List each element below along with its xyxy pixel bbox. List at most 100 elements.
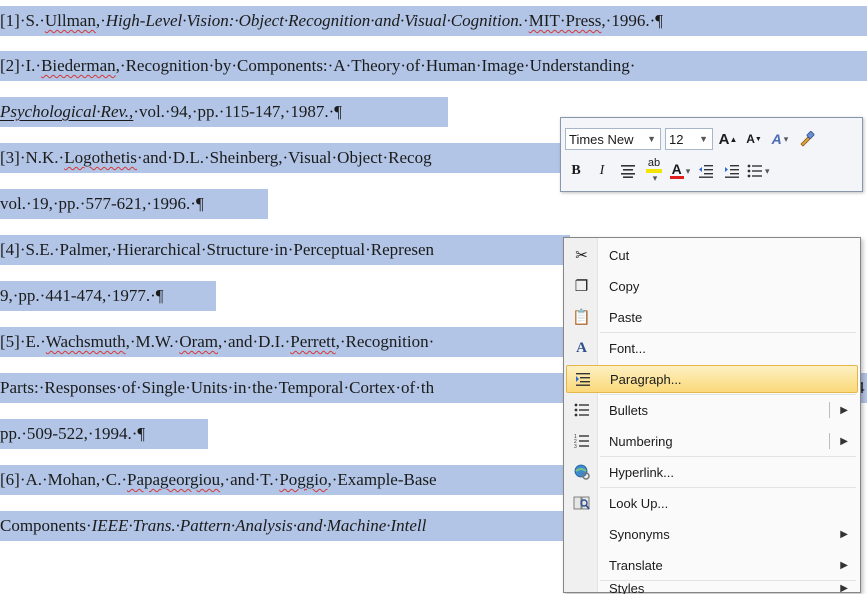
reference-line[interactable]: Components·IEEE·Trans.·Pattern·Analysis·… <box>0 507 560 545</box>
text-run: 9,·pp.·441-474,·1977.·¶ <box>0 286 164 305</box>
format-painter-icon <box>800 131 815 147</box>
menu-separator <box>600 580 856 581</box>
copy-icon: ❐ <box>574 278 589 295</box>
menu-item-hyperlink[interactable]: Hyperlink... <box>566 458 858 486</box>
styles-icon: A <box>771 131 782 147</box>
menu-item-label: Styles <box>609 582 645 594</box>
caret-down-icon: ▼ <box>754 135 762 143</box>
submenu-arrow-icon: ▶ <box>840 404 848 416</box>
menu-item-label: Paste <box>609 309 643 325</box>
font-color-glyph: A <box>671 161 682 177</box>
center-align-icon <box>621 165 635 178</box>
menu-item-label: Translate <box>609 557 663 573</box>
reference-line[interactable]: [5]·E.·Wachsmuth,·M.W.·Oram,·and·D.I.·Pe… <box>0 323 560 361</box>
submenu-arrow-icon: ▶ <box>840 582 848 594</box>
hyperlink-icon <box>566 458 597 486</box>
reference-line[interactable]: [2]·I.·Biederman,·Recognition·by·Compone… <box>0 47 867 85</box>
text-run: ·vol.·94,·pp.·115-147,·1987.·¶ <box>133 102 342 121</box>
increase-indent-button[interactable] <box>721 160 743 182</box>
highlight-color-button[interactable]: ab <box>643 157 665 182</box>
svg-text:3: 3 <box>574 444 577 448</box>
font-size-value: 12 <box>669 131 684 147</box>
text-run: Components· <box>0 516 92 535</box>
reference-line[interactable]: [3]·N.K.·Logothetis·and·D.L.·Sheinberg,·… <box>0 139 560 177</box>
author-name: Papageorgiou <box>127 470 221 489</box>
text-run: [3]·N.K.· <box>0 148 65 167</box>
text-run: vol.·19,·pp.·577-621,·1996.·¶ <box>0 194 204 213</box>
reference-line[interactable]: [1]·S.·Ullman,·High-Level·Vision:·Object… <box>0 2 867 40</box>
reference-line[interactable]: Psychological·Rev.,·vol.·94,·pp.·115-147… <box>0 93 560 131</box>
menu-item-label: Bullets <box>609 402 649 418</box>
blank-icon <box>566 582 597 594</box>
menu-item-label: Synonyms <box>609 526 670 542</box>
menu-item-look-up[interactable]: Look Up... <box>566 489 858 517</box>
journal-name: Psychological·Rev., <box>0 102 134 121</box>
menu-item-label: Look Up... <box>609 495 669 511</box>
author-name: Ullman <box>44 11 96 30</box>
submenu-arrow-icon: ▶ <box>840 559 848 571</box>
increase-indent-icon <box>725 165 739 178</box>
submenu-arrow-icon: ▶ <box>840 435 848 447</box>
center-align-button[interactable] <box>617 160 639 182</box>
reference-line[interactable]: vol.·19,·pp.·577-621,·1996.·¶ <box>0 185 560 223</box>
text-run: [2]·I.· <box>0 56 42 75</box>
lookup-icon <box>566 489 597 517</box>
numbering-icon: 123 <box>566 427 597 455</box>
font-color-button[interactable]: A <box>669 160 691 182</box>
reference-line[interactable]: pp.·509-522,·1994.·¶ <box>0 415 560 453</box>
text-run: ,·Example-Base <box>327 470 437 489</box>
menu-item-label: Hyperlink... <box>609 464 675 480</box>
blank-icon <box>566 520 597 548</box>
italic-icon: I <box>599 163 605 178</box>
menu-separator <box>600 487 856 488</box>
font-name-combo[interactable]: Times New ▼ <box>565 128 661 150</box>
publisher: MIT·Press <box>528 11 602 30</box>
font-name-value: Times New <box>569 131 634 147</box>
reference-line[interactable]: Parts:·Responses·of·Single·Units·in·the·… <box>0 369 560 407</box>
bullets-icon <box>747 164 762 178</box>
shrink-font-button[interactable]: A ▼ <box>743 128 765 150</box>
reference-line[interactable]: 9,·pp.·441-474,·1977.·¶ <box>0 277 560 315</box>
format-painter-button[interactable] <box>795 128 817 150</box>
decrease-indent-button[interactable] <box>695 160 717 182</box>
author-name: Logothetis <box>64 148 137 167</box>
text-run: Parts:·Responses·of·Single·Units·in·the·… <box>0 378 435 397</box>
menu-item-font[interactable]: A Font... <box>566 334 858 362</box>
menu-item-cut[interactable]: ✂ Cut <box>566 241 858 269</box>
text-run: ,·M.W.· <box>125 332 180 351</box>
menu-item-copy[interactable]: ❐ Copy <box>566 272 858 300</box>
text-run: ,·and·T.· <box>220 470 280 489</box>
submenu-arrow-icon: ▶ <box>840 528 848 540</box>
menu-item-paste[interactable]: 📋 Paste <box>566 303 858 331</box>
menu-item-numbering[interactable]: 123 Numbering ▶ <box>566 427 858 455</box>
menu-separator <box>600 332 856 333</box>
reference-line[interactable]: [4]·S.E.·Palmer,·Hierarchical·Structure·… <box>0 231 560 269</box>
styles-button[interactable]: A <box>769 128 791 150</box>
highlight-glyph: ab <box>647 157 661 169</box>
menu-item-translate[interactable]: Translate ▶ <box>566 551 858 579</box>
menu-item-label: Numbering <box>609 433 673 449</box>
text-run: ,·and·D.I.· <box>218 332 291 351</box>
bold-button[interactable]: B <box>565 160 587 182</box>
highlight-swatch <box>646 169 662 173</box>
italic-button[interactable]: I <box>591 160 613 182</box>
menu-item-styles[interactable]: Styles ▶ <box>566 582 858 594</box>
paste-icon: 📋 <box>572 309 591 326</box>
menu-item-bullets[interactable]: Bullets ▶ <box>566 396 858 424</box>
reference-line[interactable]: [6]·A.·Mohan,·C.·Papageorgiou,·and·T.·Po… <box>0 461 560 499</box>
menu-item-paragraph[interactable]: Paragraph... <box>566 365 858 393</box>
menu-item-label: Paragraph... <box>610 371 682 387</box>
menu-separator <box>600 456 856 457</box>
split-divider <box>829 402 830 418</box>
text-run: ,·Recognition·by·Components:·A·Theory·of… <box>115 56 636 75</box>
menu-item-synonyms[interactable]: Synonyms ▶ <box>566 520 858 548</box>
grow-font-button[interactable]: A ▲ <box>717 128 739 150</box>
context-menu: ✂ Cut ❐ Copy 📋 Paste A Font... Paragraph... … <box>563 237 861 594</box>
split-divider <box>829 433 830 449</box>
ref-number: [1]·S.· <box>0 11 45 30</box>
font-size-combo[interactable]: 12 ▼ <box>665 128 713 150</box>
caret-up-icon: ▲ <box>729 134 738 144</box>
text-run: ,·1996.·¶ <box>601 11 663 30</box>
decrease-indent-icon <box>699 165 713 178</box>
bullets-button[interactable] <box>747 160 770 182</box>
